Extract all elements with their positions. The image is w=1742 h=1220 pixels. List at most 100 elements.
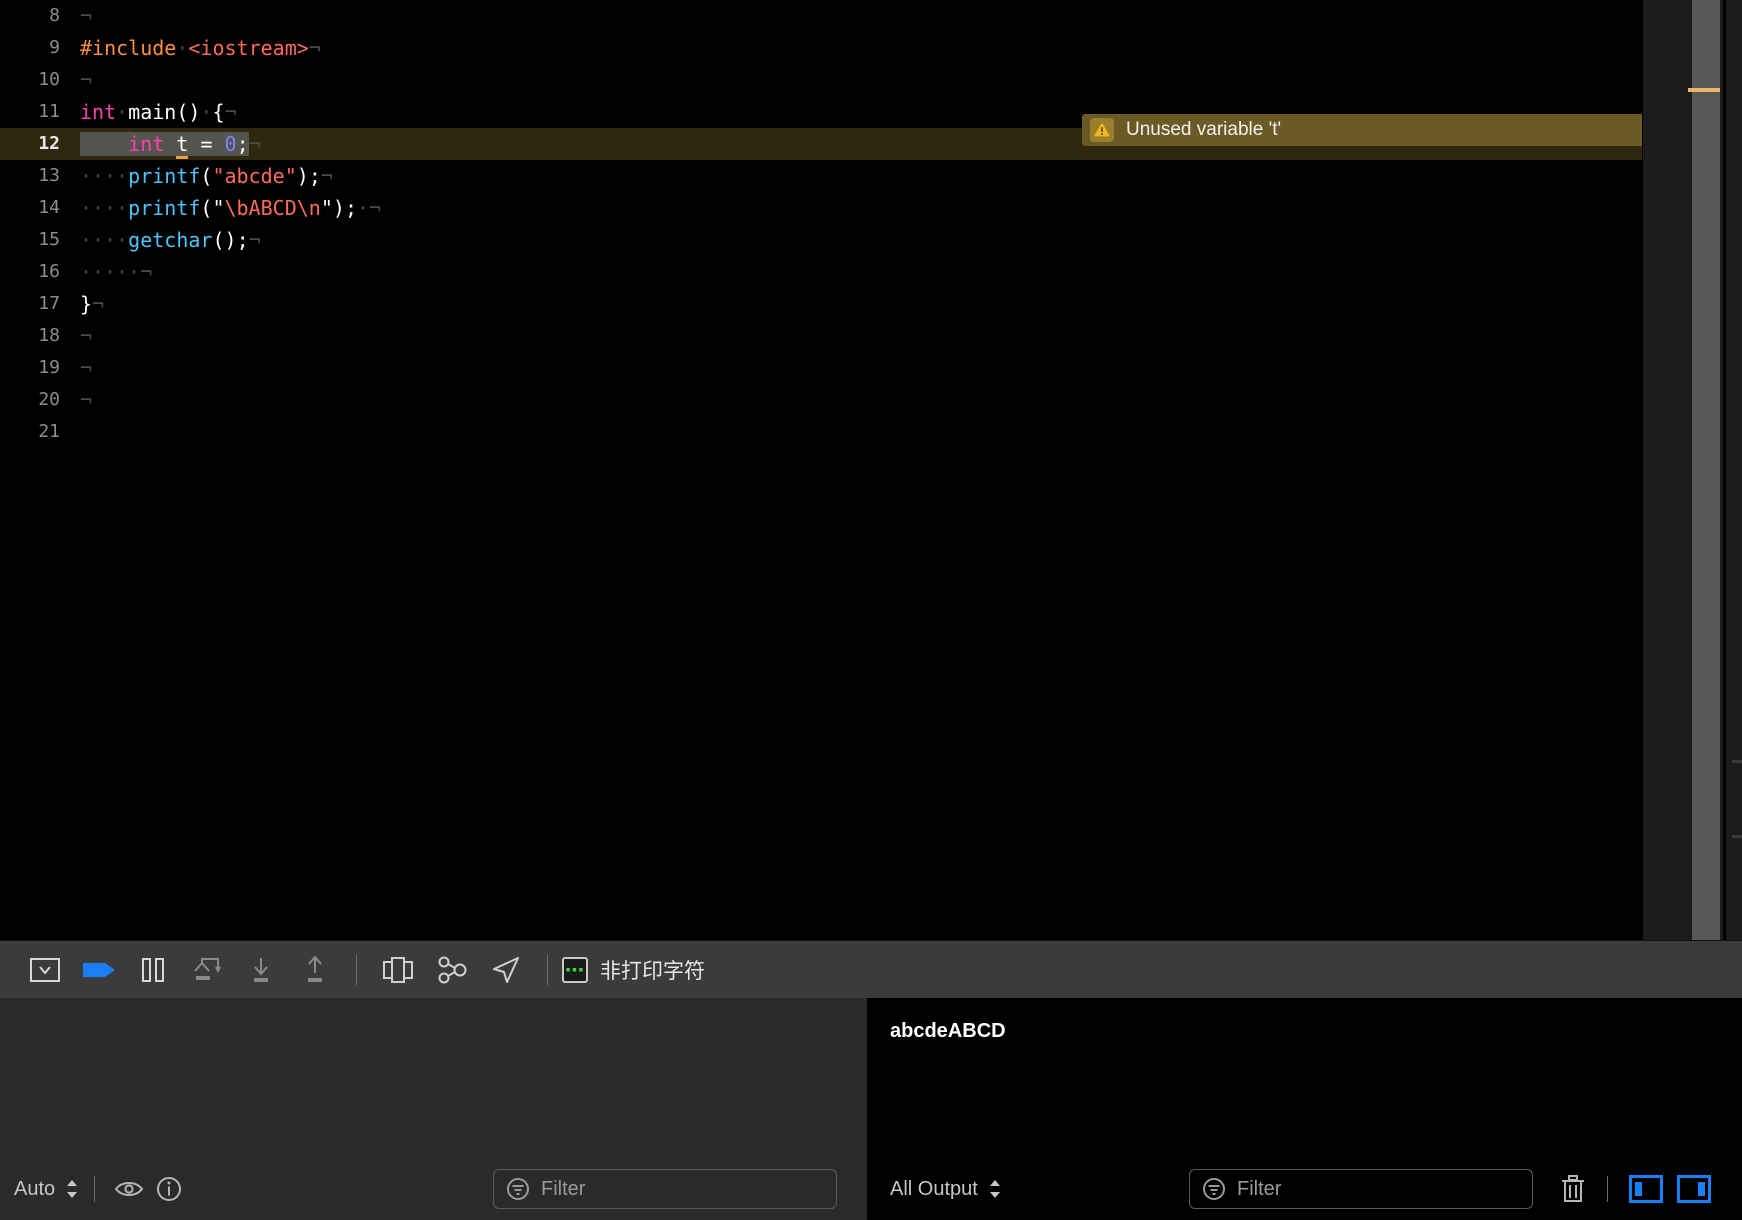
code-token: ; xyxy=(344,196,357,220)
code-token: printf xyxy=(128,196,201,220)
minimap-warning-marker[interactable] xyxy=(1688,88,1720,92)
pause-icon xyxy=(140,957,166,983)
chevron-updown-icon[interactable] xyxy=(64,1177,80,1201)
minimap-tick xyxy=(1732,760,1742,763)
non-printing-characters-label[interactable]: 非打印字符 xyxy=(600,955,705,985)
code-token: main() xyxy=(128,100,201,124)
variables-filter-placeholder: Filter xyxy=(541,1177,586,1200)
code-line[interactable]: 14 ····printf("\bABCD\n");·¬ xyxy=(0,192,1642,224)
line-number[interactable]: 12 xyxy=(0,128,76,160)
code-token: ···· xyxy=(80,228,129,252)
footer-divider xyxy=(1607,1176,1608,1202)
code-token: ¬ xyxy=(140,260,153,284)
chevron-updown-icon[interactable] xyxy=(987,1177,1003,1201)
line-number[interactable]: 19 xyxy=(0,352,76,384)
line-number[interactable]: 18 xyxy=(0,320,76,352)
code-token: ; xyxy=(236,132,249,156)
debug-toolbar[interactable]: ▪▪▪ 非打印字符 xyxy=(0,940,1742,998)
line-number[interactable]: 9 xyxy=(0,32,76,64)
view-debugger-button[interactable] xyxy=(371,950,425,990)
code-lines[interactable]: 8 ¬ 9 #include·<iostream>¬ 10 ¬ 11 int·main()·{… xyxy=(0,0,1642,448)
eye-icon[interactable] xyxy=(109,1169,149,1209)
console-output-line: abcdeABCD xyxy=(890,1020,1006,1042)
line-number[interactable]: 15 xyxy=(0,224,76,256)
trash-icon[interactable] xyxy=(1553,1169,1593,1209)
step-out-button[interactable] xyxy=(288,950,342,990)
code-token: ¬ xyxy=(92,292,105,316)
source-editor[interactable]: 8 ¬ 9 #include·<iostream>¬ 10 ¬ 11 int·main()·{… xyxy=(0,0,1742,940)
line-content[interactable]: ¬ xyxy=(76,64,1642,96)
line-content[interactable]: ····getchar();¬ xyxy=(76,224,1642,256)
continue-arrow-icon xyxy=(81,958,117,982)
scope-selector-label[interactable]: Auto xyxy=(14,1178,55,1201)
show-variables-pane-icon[interactable] xyxy=(1622,1169,1670,1209)
line-content[interactable]: ¬ xyxy=(76,352,1642,384)
line-number[interactable]: 16 xyxy=(0,256,76,288)
line-number[interactable]: 21 xyxy=(0,416,76,448)
line-content[interactable] xyxy=(76,416,1642,448)
code-token: { xyxy=(212,100,225,124)
line-content[interactable]: #include·<iostream>¬ xyxy=(76,32,1642,64)
pause-button[interactable] xyxy=(126,950,180,990)
code-token: " xyxy=(212,196,225,220)
show-console-pane-icon[interactable] xyxy=(1670,1169,1718,1209)
line-content[interactable]: ¬ xyxy=(76,0,1642,32)
code-token: ¬ xyxy=(248,228,261,252)
console-output[interactable]: abcdeABCD xyxy=(868,998,1742,1158)
code-line[interactable]: 21 xyxy=(0,416,1642,448)
line-content[interactable]: ¬ xyxy=(76,320,1642,352)
code-token: · xyxy=(116,100,129,124)
console-filter-field[interactable]: Filter xyxy=(1189,1169,1533,1209)
line-content[interactable]: ····printf("\bABCD\n");·¬ xyxy=(76,192,1642,224)
line-content[interactable]: ·····¬ xyxy=(76,256,1642,288)
code-line[interactable]: 18 ¬ xyxy=(0,320,1642,352)
simulate-location-button[interactable] xyxy=(479,950,533,990)
code-line[interactable]: 16 ·····¬ xyxy=(0,256,1642,288)
step-into-button[interactable] xyxy=(234,950,288,990)
editor-minimap[interactable] xyxy=(1642,0,1742,940)
terminal-icon-glyph: ▪▪▪ xyxy=(565,964,585,975)
line-number[interactable]: 13 xyxy=(0,160,76,192)
line-content[interactable]: ····printf("abcde");¬ xyxy=(76,160,1642,192)
console-view[interactable]: abcdeABCD All Output Filter xyxy=(868,998,1742,1220)
variables-filter-field[interactable]: Filter xyxy=(493,1169,837,1209)
code-line[interactable]: 10 ¬ xyxy=(0,64,1642,96)
code-line[interactable]: 15 ····getchar();¬ xyxy=(0,224,1642,256)
variables-list[interactable] xyxy=(0,998,867,1158)
code-token: ···· xyxy=(80,196,129,220)
variables-view[interactable]: Auto Filter xyxy=(0,998,868,1220)
line-number[interactable]: 11 xyxy=(0,96,76,128)
step-over-icon xyxy=(190,957,224,983)
memory-graph-button[interactable] xyxy=(425,950,479,990)
line-number[interactable]: 8 xyxy=(0,0,76,32)
code-line[interactable]: 19 ¬ xyxy=(0,352,1642,384)
output-scope-label[interactable]: All Output xyxy=(890,1178,978,1201)
toolbar-divider xyxy=(356,954,357,985)
code-line[interactable]: 9 #include·<iostream>¬ xyxy=(0,32,1642,64)
code-line[interactable]: 17}¬ xyxy=(0,288,1642,320)
info-circle-icon[interactable] xyxy=(149,1169,189,1209)
line-number[interactable]: 14 xyxy=(0,192,76,224)
memory-graph-icon xyxy=(436,956,468,984)
code-token: ¬ xyxy=(80,4,93,28)
code-line[interactable]: 13 ····printf("abcde");¬ xyxy=(0,160,1642,192)
line-number[interactable]: 10 xyxy=(0,64,76,96)
line-content[interactable]: }¬ xyxy=(76,288,1642,320)
code-token: ¬ xyxy=(369,196,382,220)
location-arrow-icon xyxy=(491,956,521,984)
hide-debug-area-button[interactable] xyxy=(18,950,72,990)
code-token: 0 xyxy=(224,132,237,156)
step-over-button[interactable] xyxy=(180,950,234,990)
code-token: \bABCD\n xyxy=(224,196,321,220)
toolbar-divider xyxy=(547,954,548,985)
code-line[interactable]: 20 ¬ xyxy=(0,384,1642,416)
line-number[interactable]: 20 xyxy=(0,384,76,416)
inline-warning-banner[interactable]: Unused variable 't' xyxy=(1082,114,1642,146)
continue-button[interactable] xyxy=(72,950,126,990)
line-number[interactable]: 17 xyxy=(0,288,76,320)
line-content[interactable]: ¬ xyxy=(76,384,1642,416)
code-token: ¬ xyxy=(320,164,333,188)
code-line[interactable]: 8 ¬ xyxy=(0,0,1642,32)
minimap-scroll-thumb[interactable] xyxy=(1692,0,1720,940)
terminal-icon[interactable]: ▪▪▪ xyxy=(562,956,588,983)
